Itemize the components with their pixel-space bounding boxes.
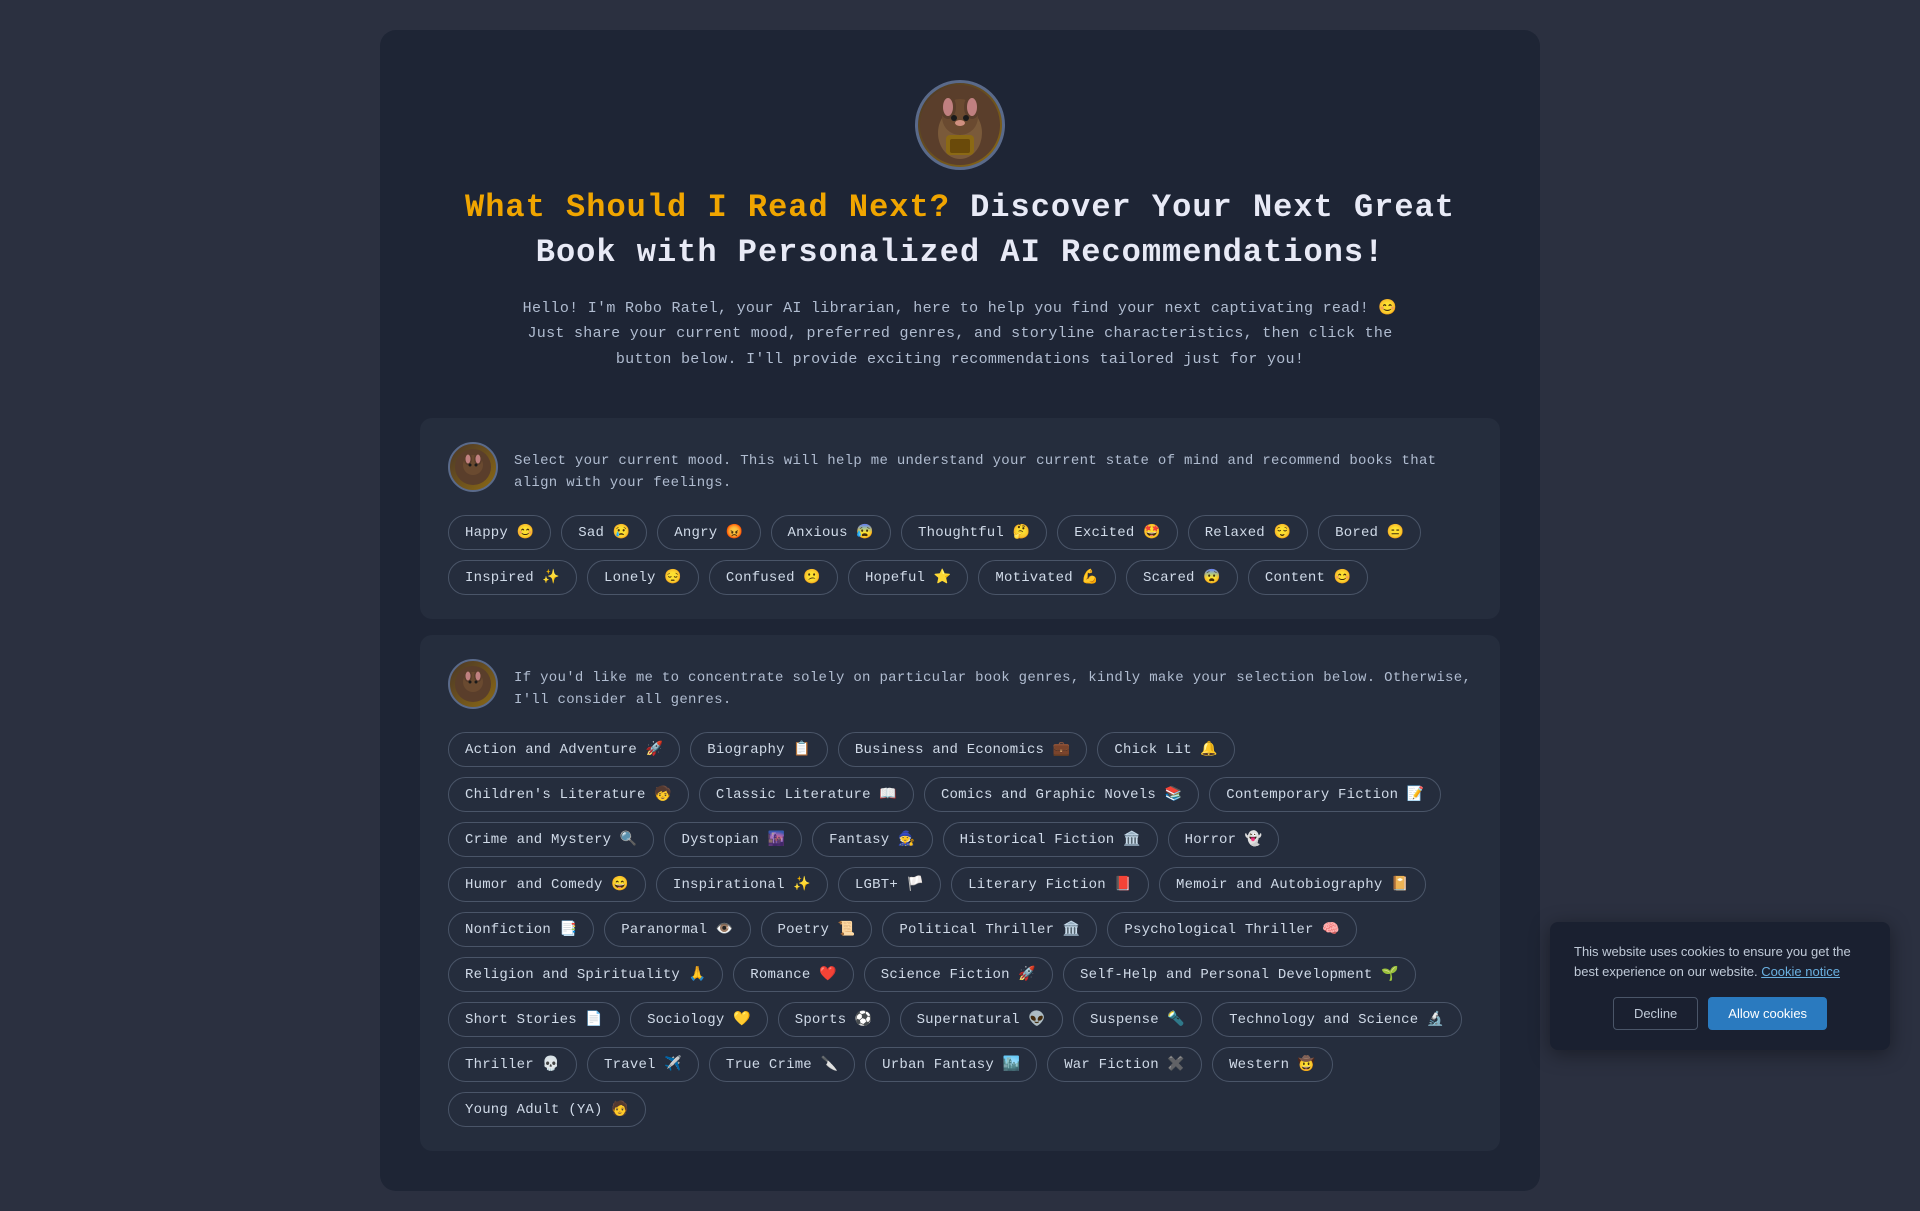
cookie-buttons: Decline Allow cookies (1574, 997, 1866, 1030)
hero-title-yellow: What Should I Read Next? (465, 189, 950, 226)
genre-chip-science-fiction[interactable]: Science Fiction 🚀 (864, 957, 1053, 992)
genre-chip-lgbt-[interactable]: LGBT+ 🏳️ (838, 867, 941, 902)
genre-chip-romance[interactable]: Romance ❤️ (733, 957, 853, 992)
genre-chips-container: Action and Adventure 🚀 Biography 📋 Busines… (448, 732, 1472, 1127)
genre-chip-war-fiction[interactable]: War Fiction ✖️ (1047, 1047, 1202, 1082)
mood-chip-relaxed[interactable]: Relaxed 😌 (1188, 515, 1308, 550)
mood-chip-inspired[interactable]: Inspired ✨ (448, 560, 577, 595)
genre-chip-western[interactable]: Western 🤠 (1212, 1047, 1332, 1082)
mood-section-card: Select your current mood. This will help… (420, 418, 1500, 619)
mood-section-header: Select your current mood. This will help… (448, 442, 1472, 495)
genre-chip-suspense[interactable]: Suspense 🔦 (1073, 1002, 1202, 1037)
genre-chip-children's-literature[interactable]: Children's Literature 🧒 (448, 777, 689, 812)
mood-chip-happy[interactable]: Happy 😊 (448, 515, 551, 550)
genre-section-header: If you'd like me to concentrate solely o… (448, 659, 1472, 712)
mood-chip-hopeful[interactable]: Hopeful ⭐ (848, 560, 968, 595)
mood-chip-content[interactable]: Content 😊 (1248, 560, 1368, 595)
genre-chip-urban-fantasy[interactable]: Urban Fantasy 🏙️ (865, 1047, 1037, 1082)
genre-section-card: If you'd like me to concentrate solely o… (420, 635, 1500, 1151)
genre-chip-supernatural[interactable]: Supernatural 👽 (900, 1002, 1063, 1037)
genre-chip-humor-and-comedy[interactable]: Humor and Comedy 😄 (448, 867, 646, 902)
genre-chip-travel[interactable]: Travel ✈️ (587, 1047, 699, 1082)
genre-chip-technology-and-science[interactable]: Technology and Science 🔬 (1212, 1002, 1461, 1037)
genre-chip-memoir-and-autobiography[interactable]: Memoir and Autobiography 📔 (1159, 867, 1426, 902)
mood-chip-excited[interactable]: Excited 🤩 (1057, 515, 1177, 550)
genre-chip-young-adult-(ya)[interactable]: Young Adult (YA) 🧑 (448, 1092, 646, 1127)
genre-chip-true-crime[interactable]: True Crime 🔪 (709, 1047, 855, 1082)
mood-chip-scared[interactable]: Scared 😨 (1126, 560, 1238, 595)
mood-chip-angry[interactable]: Angry 😡 (657, 515, 760, 550)
genre-chip-comics-and-graphic-novels[interactable]: Comics and Graphic Novels 📚 (924, 777, 1199, 812)
genre-chip-crime-and-mystery[interactable]: Crime and Mystery 🔍 (448, 822, 654, 857)
genre-chip-action-and-adventure[interactable]: Action and Adventure 🚀 (448, 732, 680, 767)
mood-chip-thoughtful[interactable]: Thoughtful 🤔 (901, 515, 1047, 550)
genre-chip-self-help-and-personal-development[interactable]: Self-Help and Personal Development 🌱 (1063, 957, 1416, 992)
genre-chip-historical-fiction[interactable]: Historical Fiction 🏛️ (943, 822, 1158, 857)
cookie-notice-link[interactable]: Cookie notice (1761, 964, 1840, 979)
genre-chip-contemporary-fiction[interactable]: Contemporary Fiction 📝 (1209, 777, 1441, 812)
mood-chip-bored[interactable]: Bored 😑 (1318, 515, 1421, 550)
decline-button[interactable]: Decline (1613, 997, 1698, 1030)
allow-cookies-button[interactable]: Allow cookies (1708, 997, 1827, 1030)
genre-chip-chick-lit[interactable]: Chick Lit 🔔 (1097, 732, 1235, 767)
genre-chip-poetry[interactable]: Poetry 📜 (761, 912, 873, 947)
genre-chip-inspirational[interactable]: Inspirational ✨ (656, 867, 828, 902)
cookie-banner: This website uses cookies to ensure you … (1550, 922, 1890, 1050)
mood-chips-container: Happy 😊 Sad 😢 Angry 😡 Anxious 😰 Thoughtful 🤔… (448, 515, 1472, 595)
mood-chip-motivated[interactable]: Motivated 💪 (978, 560, 1116, 595)
hero-section: What Should I Read Next? Discover Your N… (420, 60, 1500, 402)
genre-chip-religion-and-spirituality[interactable]: Religion and Spirituality 🙏 (448, 957, 723, 992)
genre-chip-horror[interactable]: Horror 👻 (1168, 822, 1280, 857)
genre-chip-classic-literature[interactable]: Classic Literature 📖 (699, 777, 914, 812)
genre-chip-sports[interactable]: Sports ⚽ (778, 1002, 890, 1037)
genre-chip-psychological-thriller[interactable]: Psychological Thriller 🧠 (1107, 912, 1356, 947)
genre-chip-dystopian[interactable]: Dystopian 🌆 (664, 822, 802, 857)
genre-chip-nonfiction[interactable]: Nonfiction 📑 (448, 912, 594, 947)
genre-section-description: If you'd like me to concentrate solely o… (514, 659, 1472, 712)
genre-chip-political-thriller[interactable]: Political Thriller 🏛️ (882, 912, 1097, 947)
genre-chip-business-and-economics[interactable]: Business and Economics 💼 (838, 732, 1087, 767)
genre-chip-sociology[interactable]: Sociology 💛 (630, 1002, 768, 1037)
mood-chip-lonely[interactable]: Lonely 😔 (587, 560, 699, 595)
genre-avatar (448, 659, 498, 709)
cookie-text: This website uses cookies to ensure you … (1574, 942, 1866, 981)
mood-avatar (448, 442, 498, 492)
hero-description: Hello! I'm Robo Ratel, your AI librarian… (510, 296, 1410, 373)
genre-chip-biography[interactable]: Biography 📋 (690, 732, 828, 767)
genre-chip-fantasy[interactable]: Fantasy 🧙 (812, 822, 932, 857)
mood-section-description: Select your current mood. This will help… (514, 442, 1472, 495)
mood-chip-confused[interactable]: Confused 😕 (709, 560, 838, 595)
main-container: What Should I Read Next? Discover Your N… (380, 30, 1540, 1191)
genre-chip-paranormal[interactable]: Paranormal 👁️ (604, 912, 750, 947)
mood-chip-sad[interactable]: Sad 😢 (561, 515, 647, 550)
mood-chip-anxious[interactable]: Anxious 😰 (771, 515, 891, 550)
hero-title: What Should I Read Next? Discover Your N… (420, 186, 1500, 276)
genre-chip-thriller[interactable]: Thriller 💀 (448, 1047, 577, 1082)
genre-chip-literary-fiction[interactable]: Literary Fiction 📕 (951, 867, 1149, 902)
mascot-avatar (915, 80, 1005, 170)
genre-chip-short-stories[interactable]: Short Stories 📄 (448, 1002, 620, 1037)
